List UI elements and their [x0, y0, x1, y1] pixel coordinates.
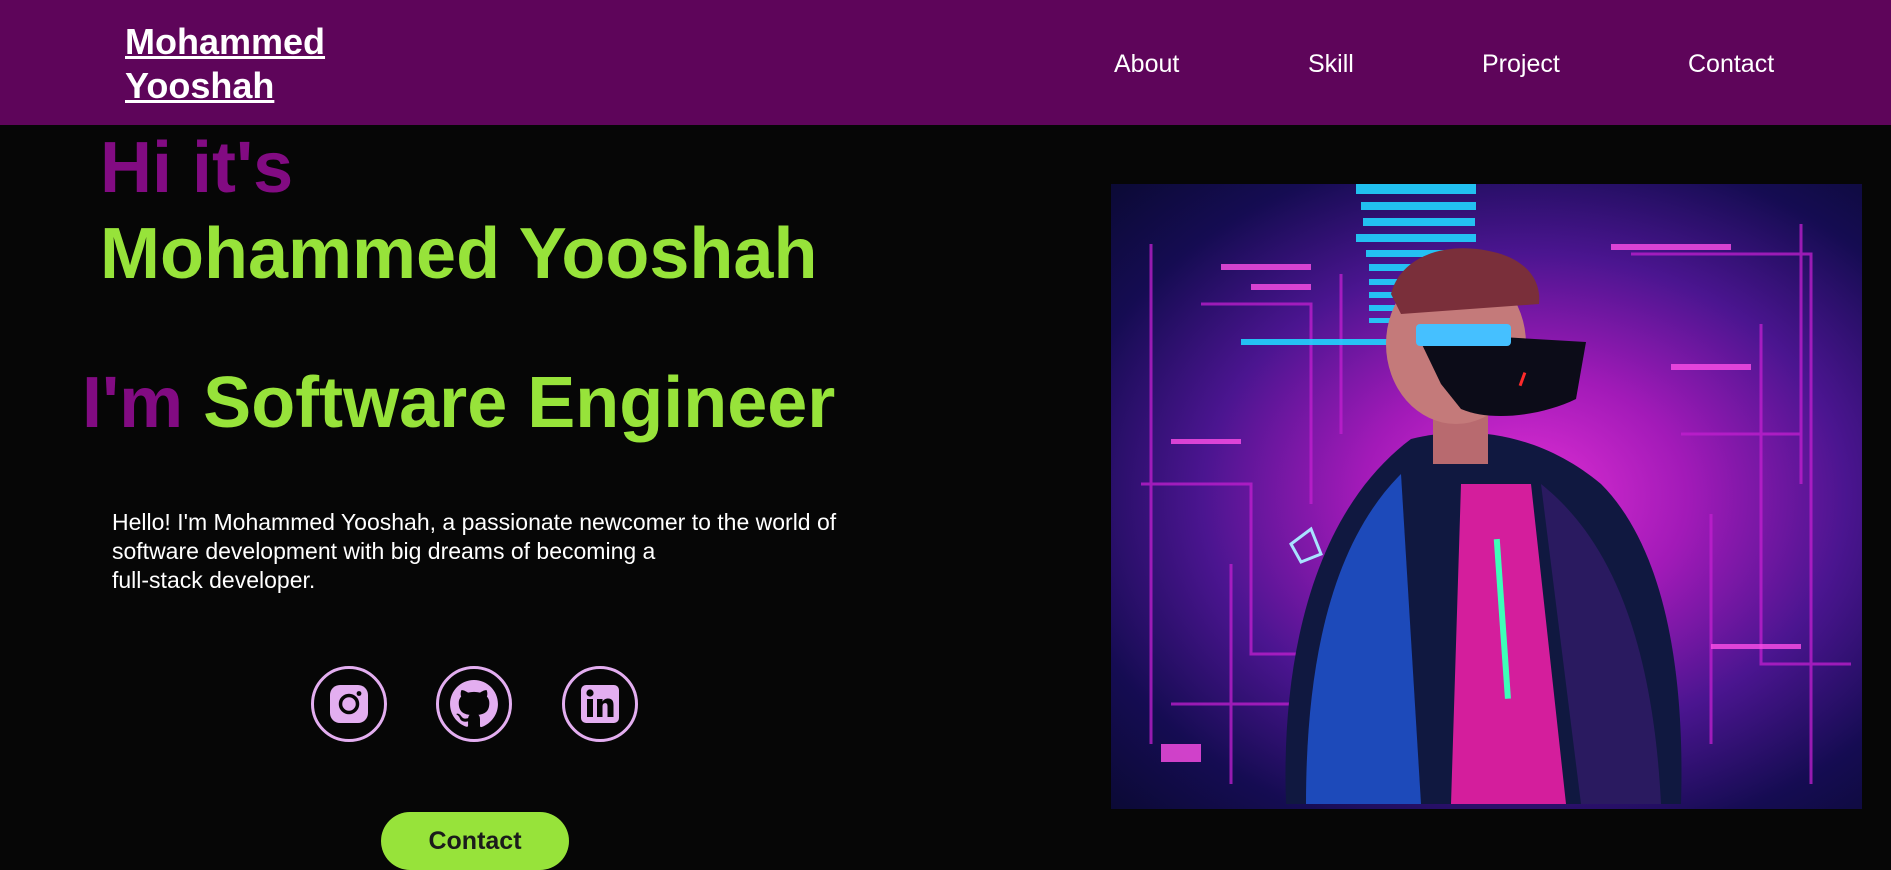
role-prefix: I'm	[82, 363, 184, 443]
github-icon	[450, 680, 498, 728]
brand-last-name: Yooshah	[125, 65, 275, 106]
bio-line: full-stack developer.	[112, 567, 316, 593]
nav-link-about[interactable]: About	[1114, 49, 1179, 79]
cyberpunk-portrait-illustration	[1141, 184, 1851, 804]
instagram-icon	[330, 685, 368, 723]
brand-logo[interactable]: Mohammed Yooshah	[125, 20, 325, 108]
bio-line: software development with big dreams of …	[112, 538, 656, 564]
role-heading: I'm Software Engineer	[82, 362, 835, 444]
nav-link-skill[interactable]: Skill	[1308, 49, 1354, 79]
nav-link-contact[interactable]: Contact	[1688, 49, 1774, 79]
instagram-link[interactable]	[311, 666, 387, 742]
linkedin-link[interactable]	[562, 666, 638, 742]
nav-link-project[interactable]: Project	[1482, 49, 1560, 79]
bio-paragraph: Hello! I'm Mohammed Yooshah, a passionat…	[112, 508, 932, 595]
hero-image	[1111, 184, 1862, 809]
bio-line: Hello! I'm Mohammed Yooshah, a passionat…	[112, 509, 837, 535]
github-link[interactable]	[436, 666, 512, 742]
role-title: Software Engineer	[203, 363, 836, 443]
brand-first-name: Mohammed	[125, 21, 326, 62]
greeting-text: Hi it's	[100, 128, 294, 208]
contact-button[interactable]: Contact	[381, 812, 569, 870]
navbar: Mohammed Yooshah About Skill Project Con…	[0, 0, 1891, 125]
linkedin-icon	[581, 685, 619, 723]
hero-name: Mohammed Yooshah	[100, 214, 818, 294]
